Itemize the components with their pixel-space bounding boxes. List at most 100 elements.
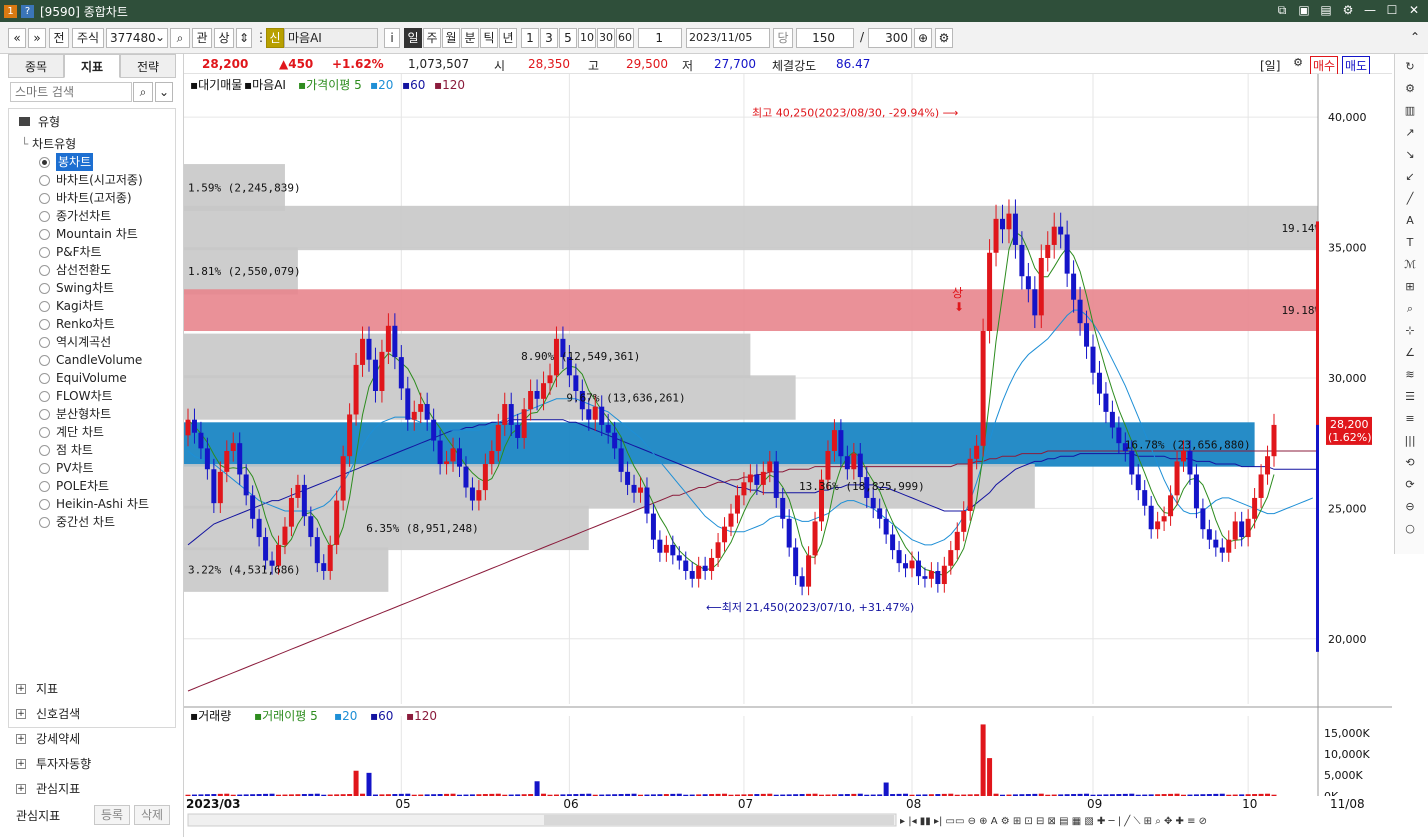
volume-bar[interactable] [909,794,915,796]
candle-body[interactable] [1032,289,1038,316]
volume-bar[interactable] [754,794,760,796]
volume-bar[interactable] [844,794,850,796]
volume-bar[interactable] [709,794,715,796]
volume-bar[interactable] [185,794,191,796]
candle-body[interactable] [928,570,934,579]
volume-bar[interactable] [1174,793,1180,796]
candle-body[interactable] [1051,226,1057,245]
volume-bar[interactable] [457,794,462,796]
volume-bar[interactable] [437,794,443,796]
volume-bar[interactable] [534,781,540,796]
candle-body[interactable] [230,443,236,451]
tree-root[interactable]: └ 차트유형 [21,135,76,152]
volume-bar[interactable] [1058,794,1064,796]
candle-body[interactable] [709,557,715,571]
tab-stock[interactable]: 종목 [8,54,64,78]
candle-body[interactable] [534,391,540,399]
candle-body[interactable] [204,448,210,470]
zoom-out-icon[interactable]: ⊖ [1401,498,1419,516]
radio-icon[interactable] [39,372,50,384]
chart-type-0[interactable]: 봉차트 [39,153,94,171]
volume-bar[interactable] [508,794,514,796]
volume-bar[interactable] [961,794,967,796]
pattern-icon[interactable]: ℳ [1401,256,1419,274]
volume-bar[interactable] [1245,794,1251,796]
volume-bar[interactable] [993,793,999,796]
volume-bar[interactable] [612,794,618,796]
volume-bar[interactable] [489,793,495,796]
volume-bar[interactable] [806,793,812,796]
candle-body[interactable] [424,404,430,420]
candle-body[interactable] [657,539,663,553]
candle-body[interactable] [741,482,747,496]
candle-body[interactable] [799,576,805,587]
candle-body[interactable] [915,560,921,577]
volume-bar[interactable] [424,794,430,796]
period-week-button[interactable]: 주 [423,28,441,48]
current-button[interactable]: 당 [773,28,793,48]
volume-bar[interactable] [987,758,993,796]
candle-body[interactable] [237,443,243,475]
volume-bar[interactable] [1096,794,1102,796]
volume-bar[interactable] [689,794,695,796]
volume-bar[interactable] [1122,793,1128,796]
candle-body[interactable] [372,359,378,391]
volume-bar[interactable] [1012,794,1018,796]
candle-body[interactable] [1025,276,1031,290]
candle-body[interactable] [301,484,307,517]
volume-bar[interactable] [1071,794,1077,796]
section-strength[interactable]: + 강세약세 [16,730,80,747]
search-icon[interactable]: ⌕ [133,82,153,102]
volume-bar[interactable] [928,794,934,796]
candle-body[interactable] [1206,529,1212,540]
candle-body[interactable] [1064,234,1070,274]
volume-bar[interactable] [592,794,598,796]
chart-type-9[interactable]: Renko차트 [39,315,115,333]
volume-bar[interactable] [528,794,534,796]
candle-body[interactable] [618,448,624,472]
volume-bar[interactable] [360,793,366,796]
volume-bar[interactable] [877,794,883,796]
candle-body[interactable] [502,404,508,425]
volume-bar[interactable] [1103,794,1109,796]
candle-body[interactable] [676,555,682,561]
grid-icon[interactable]: ⊞ [1401,278,1419,296]
candle-body[interactable] [1012,213,1018,245]
volume-bar[interactable] [321,794,327,796]
candle-body[interactable] [353,364,359,415]
candle-body[interactable] [612,432,618,449]
candle-body[interactable] [495,424,501,451]
radio-icon[interactable] [39,246,50,258]
candle-body[interactable] [890,534,896,551]
volume-bar[interactable] [599,794,605,796]
volume-bar[interactable] [250,794,256,796]
candle-body[interactable] [1142,490,1148,506]
candle-body[interactable] [631,484,637,493]
section-signal-search[interactable]: + 신호검색 [16,705,80,722]
volume-bar[interactable] [372,794,378,796]
candle-body[interactable] [948,550,954,566]
candle-body[interactable] [670,544,676,556]
volume-bar[interactable] [263,793,269,796]
sell-button[interactable]: 매도 [1342,56,1371,75]
volume-bar[interactable] [696,794,702,796]
volume-bar[interactable] [1168,793,1174,796]
chart-type-17[interactable]: PV차트 [39,459,94,477]
candle-body[interactable] [767,461,773,472]
volume-bar[interactable] [237,794,243,796]
candle-body[interactable] [185,419,191,436]
candle-body[interactable] [276,544,281,566]
candle-body[interactable] [1181,450,1186,462]
candle-body[interactable] [1232,521,1238,540]
candle-body[interactable] [1000,218,1005,230]
volume-bar[interactable] [903,793,909,796]
volume-bar[interactable] [243,794,249,796]
volume-bar[interactable] [780,794,786,796]
candle-body[interactable] [883,518,889,535]
volume-bar[interactable] [890,794,896,796]
volume-bar[interactable] [347,794,353,796]
search-icon[interactable]: ⌕ [170,28,190,48]
buy-button[interactable]: 매수 [1310,56,1339,75]
volume-bar[interactable] [327,794,333,796]
volume-bar[interactable] [553,794,559,796]
